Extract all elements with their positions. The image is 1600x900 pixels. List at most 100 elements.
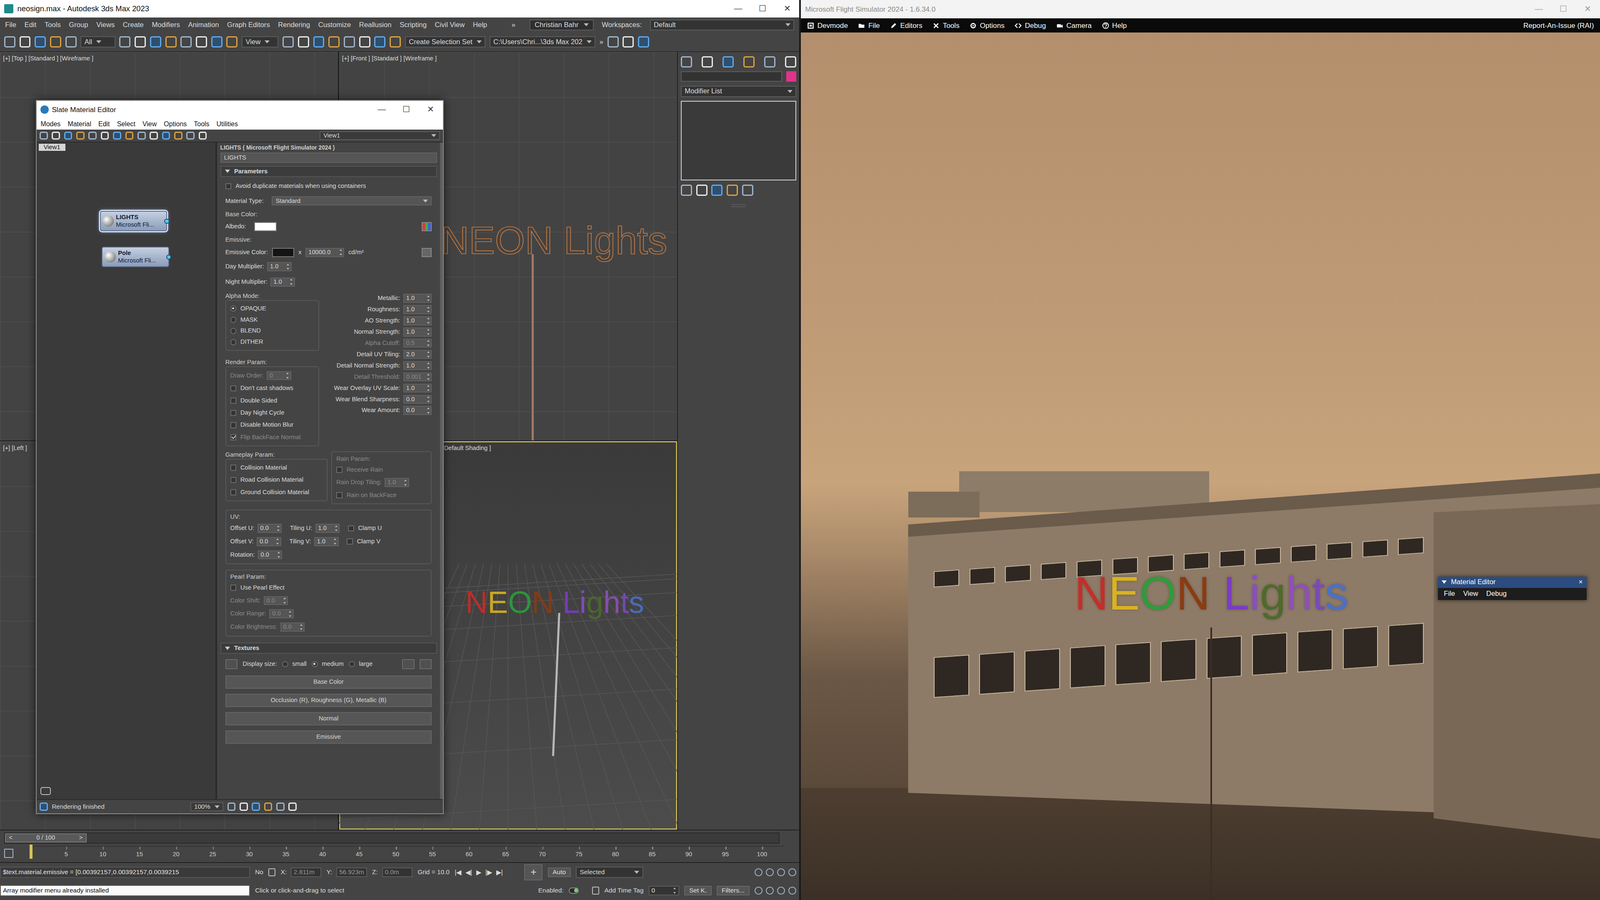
- frame-field[interactable]: 0: [648, 885, 680, 896]
- coordinate-value[interactable]: 56.923m: [336, 867, 368, 878]
- tool-icon[interactable]: [51, 131, 60, 140]
- time-slider-track[interactable]: <0 / 100>: [4, 832, 780, 844]
- radio-option[interactable]: BLEND: [230, 326, 315, 336]
- tool-icon[interactable]: [137, 131, 146, 140]
- time-tag-icon[interactable]: [592, 886, 600, 895]
- navigation-icon[interactable]: [777, 868, 786, 877]
- spinner-icon[interactable]: [427, 351, 430, 358]
- checkbox-row[interactable]: Avoid duplicate materials when using con…: [225, 181, 433, 192]
- playback-button[interactable]: |◀: [454, 868, 462, 877]
- devmode-menu-item[interactable]: Options: [969, 21, 1005, 30]
- radio-button[interactable]: [230, 305, 237, 312]
- navigation-icon[interactable]: [288, 802, 297, 811]
- set-key-button[interactable]: +: [524, 864, 543, 880]
- texture-slot-button[interactable]: Emissive: [225, 730, 433, 744]
- tool-icon[interactable]: [134, 36, 146, 48]
- tool-icon[interactable]: [174, 131, 183, 140]
- stack-tool-icon[interactable]: [711, 184, 723, 196]
- workspace-dropdown[interactable]: Default: [650, 19, 795, 31]
- tool-icon[interactable]: [65, 36, 77, 48]
- tool-icon[interactable]: [186, 131, 195, 140]
- rollout-header[interactable]: Textures: [220, 642, 438, 654]
- previous-frame-button[interactable]: <: [8, 834, 13, 842]
- tool-icon[interactable]: [313, 36, 325, 48]
- panel-tab-icon[interactable]: [764, 56, 776, 68]
- collapse-arrow-icon[interactable]: [1441, 580, 1447, 584]
- spinner-icon[interactable]: [427, 373, 430, 380]
- spinner-icon[interactable]: [673, 887, 677, 894]
- zoom-dropdown[interactable]: 100%: [190, 802, 224, 812]
- navigation-icon[interactable]: [765, 868, 775, 877]
- tool-icon[interactable]: [76, 131, 85, 140]
- maximize-button[interactable]: ☐: [1551, 4, 1576, 15]
- material-type-dropdown[interactable]: Standard: [271, 196, 432, 206]
- checkbox-row[interactable]: Disable Motion Blur: [230, 420, 315, 430]
- tool-icon[interactable]: [19, 36, 31, 48]
- checkbox[interactable]: [230, 477, 237, 484]
- stack-tool-icon[interactable]: [726, 184, 738, 196]
- spinner-icon[interactable]: [288, 610, 292, 618]
- tool-icon[interactable]: [39, 131, 48, 140]
- panel-grip[interactable]: [731, 204, 746, 208]
- menu-item[interactable]: Utilities: [216, 120, 238, 128]
- texture-slot-button[interactable]: Occlusion (R), Roughness (G), Metallic (…: [225, 693, 433, 708]
- radio-option[interactable]: MASK: [230, 315, 315, 325]
- spinner-icon[interactable]: [404, 479, 408, 486]
- menu-item[interactable]: View: [142, 120, 157, 128]
- tool-icon[interactable]: [211, 36, 223, 48]
- tool-icon[interactable]: [389, 36, 401, 48]
- checkbox[interactable]: [230, 489, 237, 496]
- texture-slot-button[interactable]: Base Color: [225, 675, 433, 689]
- spinner-icon[interactable]: [427, 306, 430, 313]
- viewport-label[interactable]: Default Shading ]: [444, 444, 492, 453]
- more-menus-button[interactable]: »: [511, 20, 516, 30]
- maximize-button[interactable]: ☐: [394, 104, 419, 115]
- close-button[interactable]: ✕: [775, 3, 800, 14]
- spinner-icon[interactable]: [277, 551, 281, 558]
- number-field[interactable]: 1.0: [403, 383, 433, 393]
- devmode-menu-item[interactable]: Editors: [890, 21, 923, 30]
- radio-option[interactable]: OPAQUE: [230, 303, 315, 313]
- menu-item[interactable]: Modes: [40, 120, 61, 128]
- timeline-ruler[interactable]: 5101520253035404550556065707580859095100: [29, 845, 785, 862]
- checkbox-row[interactable]: Road Collision Material: [230, 475, 323, 485]
- number-field[interactable]: 1.0: [403, 316, 433, 326]
- tool-icon[interactable]: [622, 36, 634, 48]
- menu-item[interactable]: Create: [122, 20, 144, 30]
- auto-key-button[interactable]: Auto: [547, 867, 571, 878]
- tool-icon[interactable]: [359, 36, 371, 48]
- navigation-icon[interactable]: [765, 886, 775, 895]
- tool-icon[interactable]: [282, 36, 294, 48]
- image-icon[interactable]: [225, 659, 238, 670]
- navigator-icon[interactable]: [40, 787, 51, 796]
- radio-button[interactable]: [230, 316, 237, 323]
- folder-icon[interactable]: [419, 659, 432, 670]
- spinner-icon[interactable]: [333, 538, 337, 545]
- spinner-icon[interactable]: [427, 328, 430, 335]
- menu-item[interactable]: Edit: [24, 20, 37, 30]
- navigation-icon[interactable]: [754, 868, 763, 877]
- tool-icon[interactable]: [88, 131, 97, 140]
- radio-button[interactable]: [348, 661, 355, 668]
- time-slider-thumb[interactable]: <0 / 100>: [5, 833, 87, 843]
- tool-icon[interactable]: [4, 36, 16, 48]
- report-issue-button[interactable]: Report-An-Issue (RAI): [1523, 21, 1594, 30]
- game-viewport[interactable]: NEONLightsMaterial Editor×FileViewDebug: [800, 32, 1600, 900]
- menu-item[interactable]: File: [5, 20, 17, 30]
- checkbox[interactable]: [347, 525, 355, 532]
- number-field[interactable]: 1.0: [403, 327, 433, 337]
- number-field[interactable]: 0.0: [403, 405, 433, 415]
- menu-item[interactable]: Animation: [187, 20, 219, 30]
- scrollbar[interactable]: [440, 142, 443, 800]
- viewport-label[interactable]: [+] [Front ] [Standard ] [Wireframe ]: [342, 55, 437, 63]
- checkbox-row[interactable]: Day Night Cycle: [230, 407, 315, 418]
- add-time-tag-button[interactable]: Add Time Tag: [604, 886, 644, 895]
- navigation-icon[interactable]: [777, 886, 786, 895]
- tool-icon[interactable]: [162, 131, 171, 140]
- menu-item[interactable]: Help: [472, 20, 488, 30]
- next-frame-button[interactable]: >: [79, 834, 83, 842]
- menu-item[interactable]: Rendering: [277, 20, 310, 30]
- modifier-list-dropdown[interactable]: Modifier List: [680, 85, 797, 98]
- navigation-icon[interactable]: [239, 802, 248, 811]
- tool-icon[interactable]: [50, 36, 62, 48]
